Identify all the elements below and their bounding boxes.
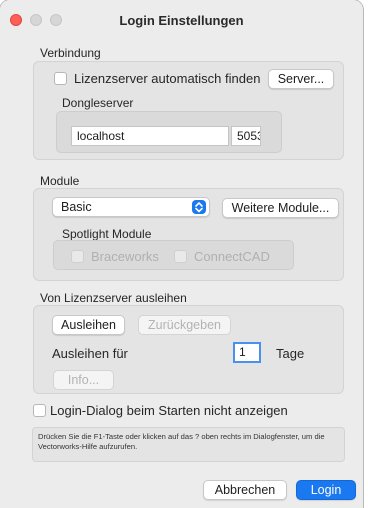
login-button[interactable]: Login <box>296 480 356 500</box>
return-button[interactable]: Zurückgeben <box>138 315 231 335</box>
auto-find-server-label: Lizenzserver automatisch finden <box>74 71 261 86</box>
dongle-host-input[interactable]: localhost <box>71 126 229 146</box>
dongle-server-label: Dongleserver <box>62 96 134 110</box>
help-text-box: Drücken Sie die F1-Taste oder klicken au… <box>32 427 345 462</box>
window-title: Login Einstellungen <box>119 13 244 28</box>
borrow-for-label: Ausleihen für <box>52 346 128 361</box>
up-down-chevron-icon <box>192 200 206 214</box>
more-modules-button[interactable]: Weitere Module... <box>222 198 339 218</box>
borrow-days-input[interactable]: 1 <box>233 342 261 363</box>
help-text: Drücken Sie die F1-Taste oder klicken au… <box>38 432 325 451</box>
modules-group: Basic Weitere Module... Spotlight Module… <box>33 188 344 281</box>
spotlight-modules-group: Braceworks ConnectCAD <box>53 240 294 270</box>
borrow-button[interactable]: Ausleihen <box>52 315 125 335</box>
login-settings-window: Login Einstellungen Verbindung Lizenzser… <box>0 0 363 508</box>
modules-section-label: Module <box>40 174 80 188</box>
borrow-section-label: Von Lizenzserver ausleihen <box>40 291 187 305</box>
hide-login-dialog-label: Login-Dialog beim Starten nicht anzeigen <box>50 403 288 418</box>
auto-find-server-checkbox[interactable] <box>54 72 67 85</box>
spotlight-modules-label: Spotlight Module <box>62 227 152 241</box>
connectcad-checkbox[interactable] <box>174 250 187 263</box>
dongle-server-group: localhost 5053 <box>56 111 282 153</box>
dongle-port-input[interactable]: 5053 <box>231 126 261 146</box>
info-button[interactable]: Info... <box>53 370 114 390</box>
module-select-value: Basic <box>61 200 92 214</box>
hide-login-dialog-checkbox[interactable] <box>33 404 46 417</box>
connection-group: Lizenzserver automatisch finden Server..… <box>33 61 344 160</box>
days-unit-label: Tage <box>276 346 305 361</box>
cancel-button[interactable]: Abbrechen <box>203 480 287 500</box>
connectcad-label: ConnectCAD <box>194 249 270 264</box>
braceworks-checkbox[interactable] <box>71 250 84 263</box>
connection-section-label: Verbindung <box>40 46 101 60</box>
module-select[interactable]: Basic <box>52 197 210 217</box>
braceworks-label: Braceworks <box>91 249 159 264</box>
title-bar: Login Einstellungen <box>0 0 363 40</box>
borrow-group: Ausleihen Zurückgeben Ausleihen für 1 Ta… <box>33 305 344 394</box>
server-button[interactable]: Server... <box>268 69 334 89</box>
